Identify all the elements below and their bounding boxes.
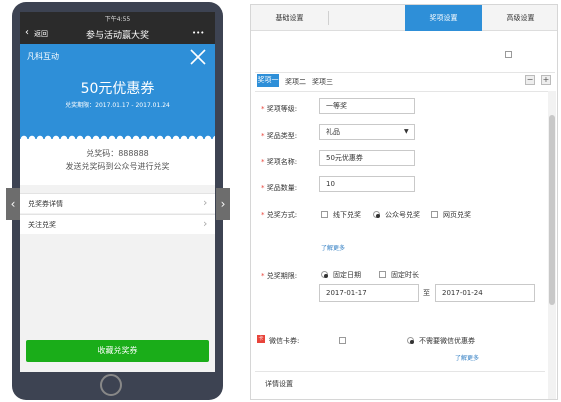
add-prize-button[interactable]: +	[541, 75, 551, 85]
remove-prize-button[interactable]: −	[525, 75, 535, 85]
name-input[interactable]: 50元优惠券	[319, 150, 415, 166]
fixed-duration-label: 固定时长	[391, 271, 419, 279]
prize-tab-2[interactable]: 奖项二	[285, 77, 306, 87]
wechat-option-label: 公众号兑奖	[385, 211, 420, 219]
no-card-label: 不需要微信优惠券	[419, 337, 475, 345]
collect-coupon-button[interactable]: 收藏兑奖券	[26, 340, 209, 362]
offline-option-label: 线下兑奖	[333, 211, 361, 219]
page-title: 参与活动赢大奖	[85, 31, 149, 41]
details-settings-label[interactable]: 详情设置	[265, 379, 293, 389]
quantity-label: * 奖品数量:	[261, 184, 298, 192]
coupon-card: 凡科互动 50元优惠券 兑奖期限：2017.01.17 - 2017.01.24	[20, 44, 215, 139]
fixed-date-label: 固定日期	[333, 271, 361, 279]
menu-item-label: 兑奖券详情	[28, 200, 63, 208]
close-icon[interactable]	[188, 47, 208, 67]
list-item[interactable]: 关注兑奖 ›	[20, 214, 215, 234]
fixed-date-radio[interactable]	[321, 271, 328, 278]
redeem-code: 兑奖码：888888	[86, 149, 149, 158]
date-range-separator: 至	[423, 289, 430, 297]
redeem-instruction: 发送兑奖码到公众号进行兑奖	[65, 162, 170, 171]
code-area: 兑奖码：888888 发送兑奖码到公众号进行兑奖	[20, 139, 215, 185]
prev-arrow-icon[interactable]: ‹	[6, 188, 20, 220]
more-icon[interactable]: •••	[192, 29, 204, 37]
divider	[255, 371, 545, 372]
wechat-radio[interactable]	[373, 211, 380, 218]
tab-other[interactable]	[328, 5, 405, 31]
next-arrow-icon[interactable]: ›	[216, 188, 230, 220]
menu-item-label: 关注兑奖	[28, 221, 56, 229]
level-input[interactable]: 一等奖	[319, 98, 415, 114]
caret-down-icon: ▼	[404, 128, 409, 135]
fixed-duration-checkbox[interactable]	[379, 271, 386, 278]
wechat-card-icon: 卡	[257, 335, 265, 343]
start-date-input[interactable]: 2017-01-17	[319, 284, 419, 302]
brand-label: 凡科互动	[27, 52, 59, 61]
settings-panel: 基础设置 奖项设置 高级设置 奖项一 奖项二 奖项三 − + * 奖项等级: 一…	[250, 4, 558, 400]
prize-tab-1[interactable]: 奖项一	[257, 74, 279, 87]
phone-screen: 下午4:55 ‹ 返回 参与活动赢大奖 ••• 凡科互动 50元优惠券 兑奖期限…	[20, 12, 215, 372]
coupon-validity: 兑奖期限：2017.01.17 - 2017.01.24	[65, 102, 170, 109]
card-option-checkbox[interactable]	[339, 337, 346, 344]
quantity-input[interactable]: 10	[319, 176, 415, 192]
status-time: 下午4:55	[104, 16, 131, 23]
tab-basic[interactable]: 基础设置	[251, 5, 328, 31]
tab-advanced[interactable]: 高级设置	[482, 5, 557, 31]
home-button[interactable]	[100, 374, 122, 396]
chevron-right-icon: ›	[203, 196, 208, 209]
level-label: * 奖项等级:	[261, 105, 298, 113]
web-option-label: 网页兑奖	[443, 211, 471, 219]
status-bar: 下午4:55	[20, 12, 215, 24]
chevron-right-icon: ›	[203, 217, 208, 230]
period-label: * 兑奖期限:	[261, 272, 298, 280]
scrollbar-thumb[interactable]	[549, 115, 555, 305]
no-card-radio[interactable]	[407, 337, 414, 344]
wechat-card-label: 微信卡券:	[269, 337, 300, 345]
wechat-card-learn-more-link[interactable]: 了解更多	[455, 353, 479, 362]
coupon-zigzag-edge	[20, 132, 215, 139]
method-learn-more-link[interactable]: 了解更多	[321, 243, 345, 252]
type-select[interactable]: 礼品 ▼	[319, 124, 415, 140]
coupon-title: 50元优惠券	[80, 81, 155, 97]
divider	[255, 72, 555, 73]
end-date-input[interactable]: 2017-01-24	[435, 284, 535, 302]
nav-bar: ‹ 返回 参与活动赢大奖 •••	[20, 24, 215, 44]
top-checkbox[interactable]	[505, 51, 512, 58]
type-label: * 奖品类型:	[261, 132, 298, 140]
prize-tab-3[interactable]: 奖项三	[312, 77, 333, 87]
web-checkbox[interactable]	[431, 211, 438, 218]
divider	[255, 91, 555, 92]
tab-prize[interactable]: 奖项设置	[405, 5, 482, 31]
offline-checkbox[interactable]	[321, 211, 328, 218]
name-label: * 奖项名称:	[261, 158, 298, 166]
list-item[interactable]: 兑奖券详情 ›	[20, 193, 215, 213]
type-select-value: 礼品	[326, 128, 340, 136]
method-label: * 兑奖方式:	[261, 211, 298, 219]
